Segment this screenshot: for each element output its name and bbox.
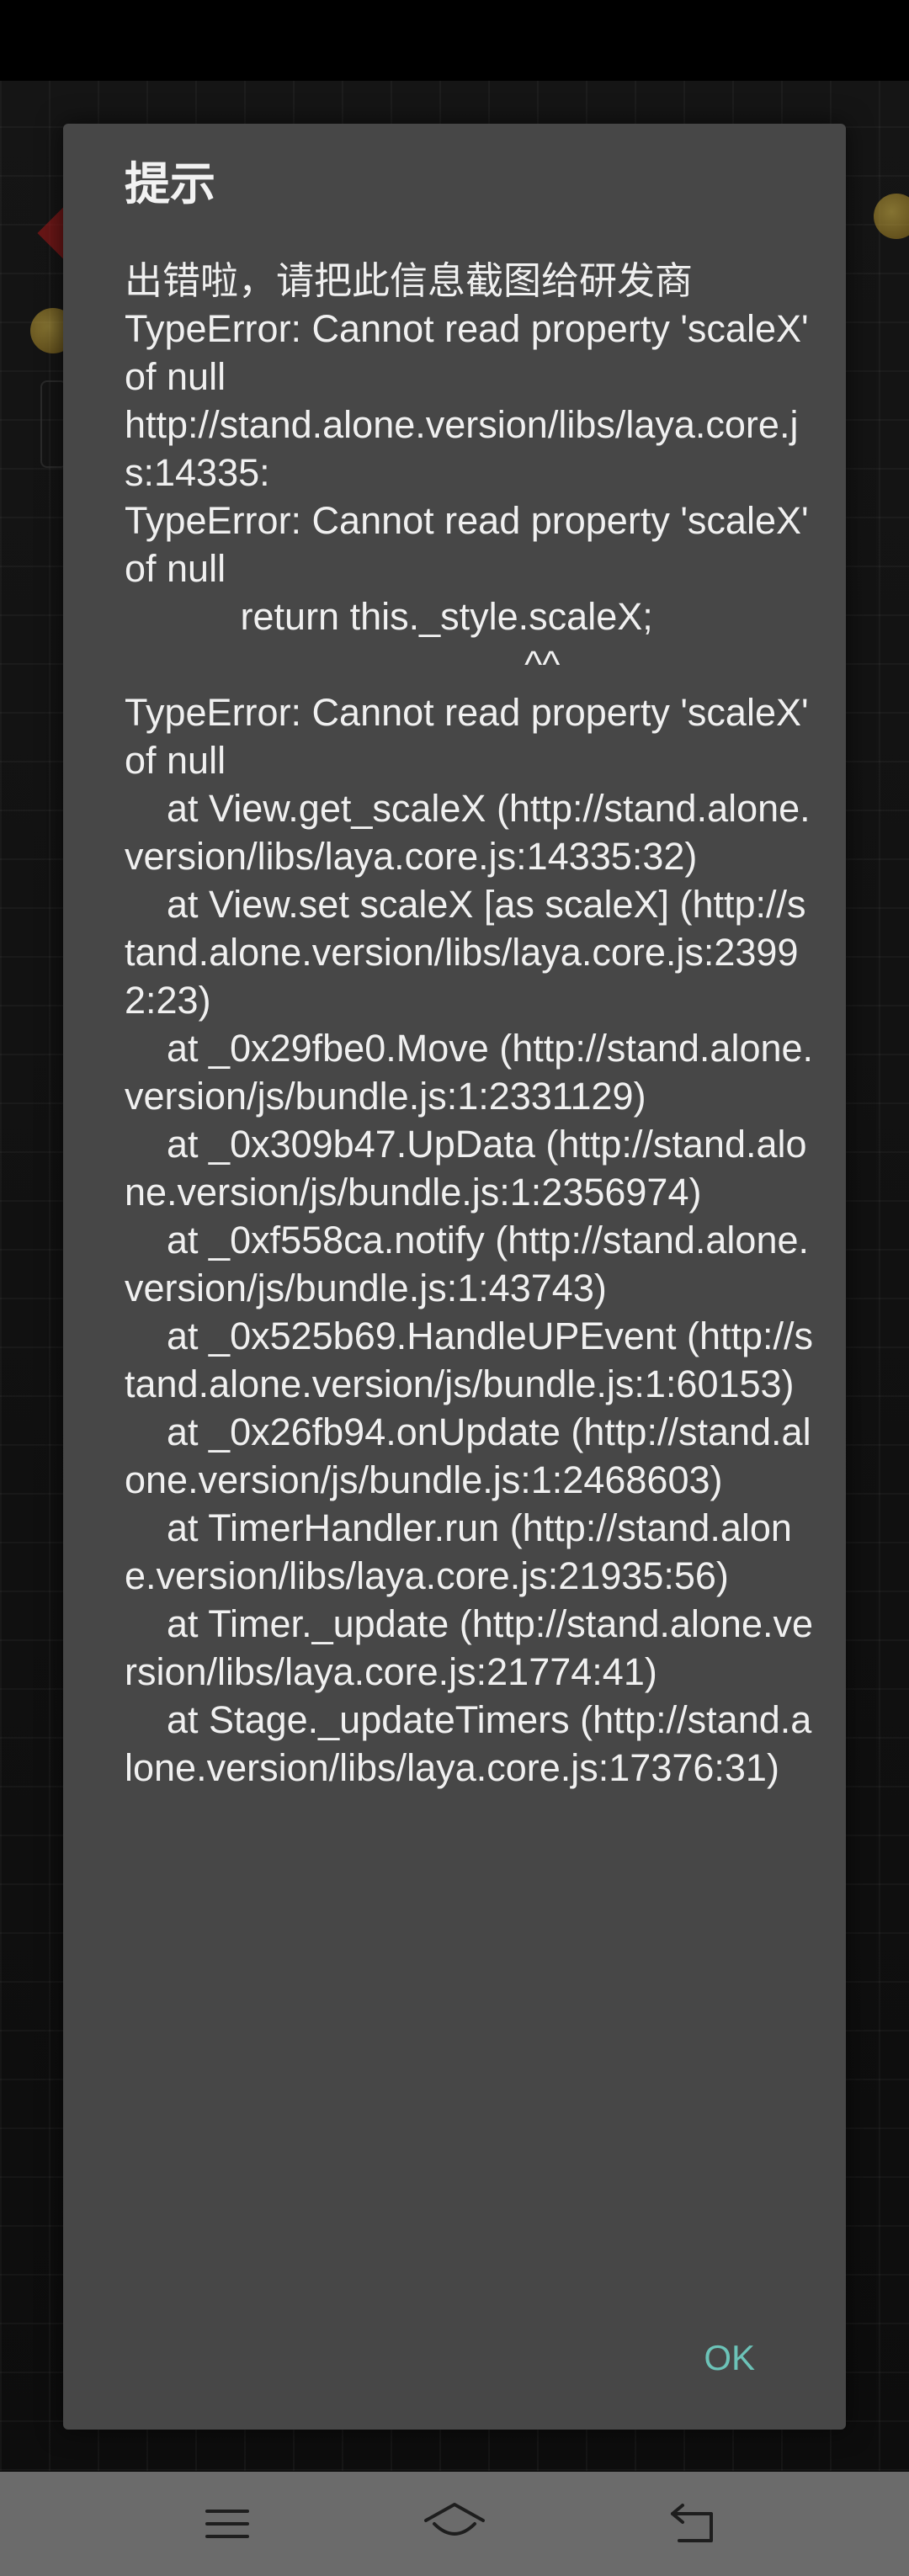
- nav-home-button[interactable]: [412, 2490, 497, 2557]
- screen: 提示 出错啦，请把此信息截图给研发商 TypeError: Cannot rea…: [0, 0, 909, 2576]
- navigation-bar: [0, 2472, 909, 2576]
- dialog-title: 提示: [125, 157, 215, 210]
- error-dialog: 提示 出错啦，请把此信息截图给研发商 TypeError: Cannot rea…: [63, 124, 846, 2430]
- ok-button[interactable]: OK: [697, 2324, 762, 2392]
- error-message: 出错啦，请把此信息截图给研发商 TypeError: Cannot read p…: [125, 259, 814, 1789]
- back-icon: [671, 2504, 713, 2542]
- menu-icon: [205, 2510, 249, 2538]
- nav-menu-button[interactable]: [185, 2490, 269, 2557]
- nav-back-button[interactable]: [652, 2490, 736, 2557]
- home-icon: [424, 2503, 485, 2536]
- gold-coin-icon: [874, 194, 909, 239]
